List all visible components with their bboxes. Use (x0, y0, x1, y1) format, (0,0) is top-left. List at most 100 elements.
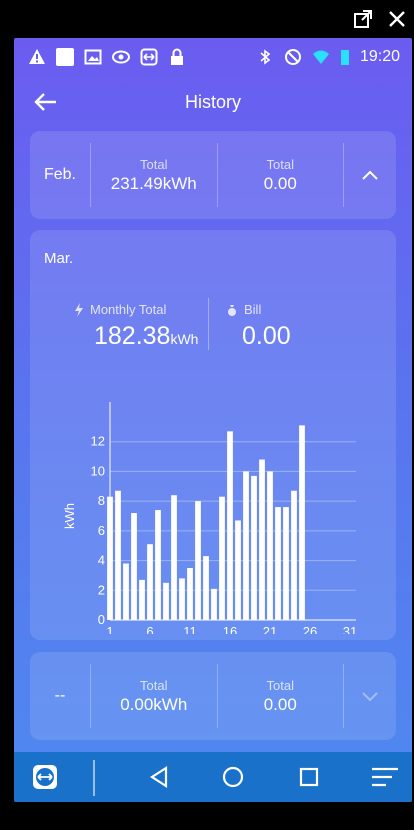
chart-bar (131, 513, 137, 620)
eye-icon (112, 50, 130, 64)
back-icon[interactable] (146, 764, 172, 790)
x-tick-label: 21 (263, 624, 277, 634)
bill-total: Total 0.00 (218, 157, 344, 194)
warning-icon (29, 49, 45, 64)
chart-bar (235, 520, 241, 620)
square-icon (56, 48, 74, 66)
bill-total-value: 0.00 (263, 694, 297, 714)
chart-bar (243, 471, 249, 620)
bill-total-label: Total (266, 156, 294, 172)
chart-bar (227, 431, 233, 620)
y-tick-label: 10 (91, 463, 105, 478)
x-tick-label: 11 (183, 624, 197, 634)
y-tick-label: 0 (98, 612, 105, 627)
divider (208, 298, 209, 350)
home-icon[interactable] (220, 764, 246, 790)
chart-bar (163, 582, 169, 620)
x-tick-label: 26 (303, 624, 317, 634)
arrows-icon (140, 48, 158, 66)
x-tick-label: 6 (146, 624, 153, 634)
y-tick-label: 4 (98, 553, 105, 568)
bill-label: Bill (226, 302, 261, 317)
status-bar: 19:20 (14, 38, 412, 78)
recents-icon[interactable] (296, 764, 322, 790)
monthly-total-number: 182.38 (94, 322, 171, 350)
chart-bar (195, 501, 201, 620)
y-tick-label: 6 (98, 523, 105, 538)
chart-bar (147, 544, 153, 620)
power-consumption-chart: 024681012161116212631kWhPower Consumptio… (62, 402, 357, 634)
chart-bar (179, 578, 185, 620)
lightning-icon (75, 302, 83, 317)
status-time: 19:20 (359, 48, 400, 65)
bill-value: 0.00 (242, 322, 291, 350)
chart-bar (275, 507, 281, 620)
chevron-down-icon (362, 692, 378, 702)
monthly-total-unit: kWh (170, 331, 199, 347)
chart-bar (115, 490, 121, 620)
x-tick-label: 16 (223, 624, 237, 634)
expand-button[interactable] (344, 652, 396, 740)
chart-bar (203, 556, 209, 620)
chart-bar (171, 495, 177, 620)
do-not-disturb-icon (284, 49, 301, 65)
y-tick-label: 2 (98, 582, 105, 597)
collapse-button[interactable] (344, 131, 396, 219)
y-tick-label: 8 (98, 493, 105, 508)
teamviewer-icon[interactable] (32, 764, 58, 790)
x-tick-label: 1 (106, 624, 113, 634)
chevron-up-icon (362, 170, 378, 180)
chart-bar (187, 568, 193, 620)
bill-total-value: 0.00 (263, 173, 297, 193)
bill-total-label: Total (266, 677, 294, 693)
page-title: History (184, 92, 241, 112)
lock-icon (171, 48, 183, 65)
energy-total: Total 0.00kWh (91, 678, 217, 715)
menu-icon[interactable] (370, 764, 400, 790)
energy-total-label: Total (140, 677, 168, 693)
system-navigation-bar (14, 752, 412, 802)
phone-screen: 19:20 History Feb. Total 231.49kWh Total… (14, 38, 412, 802)
x-tick-label: 31 (343, 624, 357, 634)
chart-bar (291, 490, 297, 620)
chart-bar (267, 471, 273, 620)
chart-bar (123, 563, 129, 620)
monthly-total-label: Monthly Total (74, 302, 166, 317)
divider (93, 760, 95, 796)
month-label: Feb. (43, 166, 76, 183)
month-card-mar: Mar. Monthly Total 182.38kWh Bill 0.00 0… (30, 230, 396, 640)
app-header: History (14, 78, 412, 132)
wifi-icon (312, 50, 329, 64)
bluetooth-icon (260, 49, 271, 65)
energy-total: Total 231.49kWh (91, 157, 217, 194)
month-label: Mar. (44, 250, 74, 267)
window-titlebar (0, 0, 414, 38)
y-tick-label: 12 (91, 434, 105, 449)
energy-total-value: 231.49kWh (110, 173, 197, 193)
gallery-icon (84, 49, 102, 65)
close-icon[interactable] (386, 8, 408, 30)
month-label: -- (54, 687, 66, 704)
chart-bar (107, 496, 113, 620)
battery-icon (340, 50, 349, 65)
energy-total-value: 0.00kWh (120, 694, 188, 714)
chart-bar (211, 588, 217, 620)
monthly-total-value: 182.38kWh (94, 322, 198, 351)
money-bag-icon (228, 304, 236, 316)
chart-bar (155, 510, 161, 620)
chart-bar (259, 459, 265, 620)
bill-total: Total 0.00 (218, 678, 344, 715)
open-external-icon[interactable] (352, 8, 374, 30)
monthly-total-text: Monthly Total (90, 302, 167, 317)
month-card-empty[interactable]: -- Total 0.00kWh Total 0.00 (30, 652, 396, 740)
chart-bar (251, 475, 257, 620)
bottom-frame (0, 802, 414, 830)
chart-bar (299, 425, 305, 620)
chart-bar (219, 496, 225, 620)
chart-bar (139, 579, 145, 620)
y-axis-label: kWh (62, 503, 77, 529)
bill-text: Bill (244, 302, 262, 317)
energy-total-label: Total (140, 156, 168, 172)
chart-bar (283, 507, 289, 620)
month-card-feb[interactable]: Feb. Total 231.49kWh Total 0.00 (30, 131, 396, 219)
